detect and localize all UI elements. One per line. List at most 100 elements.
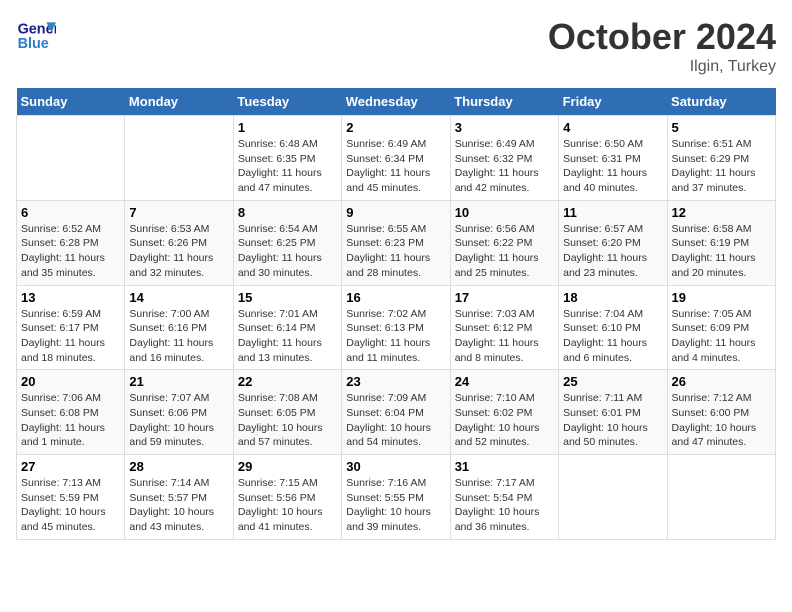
calendar-day-cell: 3 Sunrise: 6:49 AM Sunset: 6:32 PM Daylig… bbox=[450, 116, 558, 201]
day-info: Sunrise: 7:14 AM Sunset: 5:57 PM Dayligh… bbox=[129, 476, 228, 535]
day-info: Sunrise: 6:55 AM Sunset: 6:23 PM Dayligh… bbox=[346, 222, 445, 281]
calendar-day-cell: 31Sunrise: 7:17 AM Sunset: 5:54 PM Dayli… bbox=[450, 455, 558, 540]
month-title: October 2024 bbox=[548, 16, 776, 58]
calendar-day-cell: 5Sunrise: 6:51 AM Sunset: 6:29 PM Daylig… bbox=[667, 116, 775, 201]
day-number: 22 bbox=[238, 374, 337, 389]
calendar-day-cell: 22 Sunrise: 7:08 AM Sunset: 6:05 PM Dayli… bbox=[233, 370, 341, 455]
day-info: Sunrise: 6:49 AM Sunset: 6:34 PM Dayligh… bbox=[346, 137, 445, 196]
calendar-table: SundayMondayTuesdayWednesdayThursdayFrid… bbox=[16, 88, 776, 540]
calendar-day-cell: 25 Sunrise: 7:11 AM Sunset: 6:01 PM Dayli… bbox=[559, 370, 667, 455]
day-number: 1 bbox=[238, 120, 337, 135]
day-number: 11 bbox=[563, 205, 662, 220]
day-info: Sunrise: 6:58 AM Sunset: 6:19 PM Dayligh… bbox=[672, 222, 771, 281]
day-number: 30 bbox=[346, 459, 445, 474]
calendar-day-cell: 17 Sunrise: 7:03 AM Sunset: 6:12 PM Dayli… bbox=[450, 285, 558, 370]
calendar-day-cell: 1Sunrise: 6:48 AM Sunset: 6:35 PM Daylig… bbox=[233, 116, 341, 201]
calendar-header-row: SundayMondayTuesdayWednesdayThursdayFrid… bbox=[17, 88, 776, 116]
day-info: Sunrise: 6:51 AM Sunset: 6:29 PM Dayligh… bbox=[672, 137, 771, 196]
calendar-week-row: 20 Sunrise: 7:06 AM Sunset: 6:08 PM Dayli… bbox=[17, 370, 776, 455]
calendar-day-cell bbox=[667, 455, 775, 540]
day-info: Sunrise: 7:13 AM Sunset: 5:59 PM Dayligh… bbox=[21, 476, 120, 535]
day-number: 25 bbox=[563, 374, 662, 389]
calendar-day-cell: 8 Sunrise: 6:54 AM Sunset: 6:25 PM Daylig… bbox=[233, 200, 341, 285]
day-of-week-header: Monday bbox=[125, 88, 233, 116]
day-number: 31 bbox=[455, 459, 554, 474]
logo: General Blue bbox=[16, 16, 60, 56]
page-header: General Blue October 2024 Ilgin, Turkey bbox=[16, 16, 776, 76]
calendar-day-cell: 14 Sunrise: 7:00 AM Sunset: 6:16 PM Dayli… bbox=[125, 285, 233, 370]
day-info: Sunrise: 6:53 AM Sunset: 6:26 PM Dayligh… bbox=[129, 222, 228, 281]
day-number: 9 bbox=[346, 205, 445, 220]
calendar-day-cell: 29 Sunrise: 7:15 AM Sunset: 5:56 PM Dayli… bbox=[233, 455, 341, 540]
calendar-day-cell: 20 Sunrise: 7:06 AM Sunset: 6:08 PM Dayli… bbox=[17, 370, 125, 455]
calendar-week-row: 1Sunrise: 6:48 AM Sunset: 6:35 PM Daylig… bbox=[17, 116, 776, 201]
day-of-week-header: Tuesday bbox=[233, 88, 341, 116]
day-info: Sunrise: 7:04 AM Sunset: 6:10 PM Dayligh… bbox=[563, 307, 662, 366]
calendar-day-cell: 24 Sunrise: 7:10 AM Sunset: 6:02 PM Dayli… bbox=[450, 370, 558, 455]
day-info: Sunrise: 6:50 AM Sunset: 6:31 PM Dayligh… bbox=[563, 137, 662, 196]
day-number: 26 bbox=[672, 374, 771, 389]
day-info: Sunrise: 7:12 AM Sunset: 6:00 PM Dayligh… bbox=[672, 391, 771, 450]
calendar-day-cell: 12Sunrise: 6:58 AM Sunset: 6:19 PM Dayli… bbox=[667, 200, 775, 285]
logo-icon: General Blue bbox=[16, 16, 56, 56]
day-number: 10 bbox=[455, 205, 554, 220]
day-info: Sunrise: 6:54 AM Sunset: 6:25 PM Dayligh… bbox=[238, 222, 337, 281]
calendar-day-cell bbox=[559, 455, 667, 540]
day-info: Sunrise: 7:06 AM Sunset: 6:08 PM Dayligh… bbox=[21, 391, 120, 450]
day-number: 16 bbox=[346, 290, 445, 305]
day-number: 29 bbox=[238, 459, 337, 474]
calendar-day-cell: 11 Sunrise: 6:57 AM Sunset: 6:20 PM Dayli… bbox=[559, 200, 667, 285]
day-number: 18 bbox=[563, 290, 662, 305]
calendar-week-row: 6Sunrise: 6:52 AM Sunset: 6:28 PM Daylig… bbox=[17, 200, 776, 285]
calendar-body: 1Sunrise: 6:48 AM Sunset: 6:35 PM Daylig… bbox=[17, 116, 776, 540]
calendar-day-cell: 13Sunrise: 6:59 AM Sunset: 6:17 PM Dayli… bbox=[17, 285, 125, 370]
day-info: Sunrise: 7:05 AM Sunset: 6:09 PM Dayligh… bbox=[672, 307, 771, 366]
calendar-week-row: 27 Sunrise: 7:13 AM Sunset: 5:59 PM Dayli… bbox=[17, 455, 776, 540]
day-number: 17 bbox=[455, 290, 554, 305]
day-info: Sunrise: 7:11 AM Sunset: 6:01 PM Dayligh… bbox=[563, 391, 662, 450]
day-info: Sunrise: 7:01 AM Sunset: 6:14 PM Dayligh… bbox=[238, 307, 337, 366]
day-info: Sunrise: 6:49 AM Sunset: 6:32 PM Dayligh… bbox=[455, 137, 554, 196]
title-area: October 2024 Ilgin, Turkey bbox=[548, 16, 776, 76]
calendar-day-cell: 16Sunrise: 7:02 AM Sunset: 6:13 PM Dayli… bbox=[342, 285, 450, 370]
day-info: Sunrise: 7:03 AM Sunset: 6:12 PM Dayligh… bbox=[455, 307, 554, 366]
calendar-day-cell: 19 Sunrise: 7:05 AM Sunset: 6:09 PM Dayli… bbox=[667, 285, 775, 370]
day-number: 3 bbox=[455, 120, 554, 135]
calendar-day-cell: 21 Sunrise: 7:07 AM Sunset: 6:06 PM Dayli… bbox=[125, 370, 233, 455]
day-number: 8 bbox=[238, 205, 337, 220]
svg-text:Blue: Blue bbox=[18, 36, 49, 52]
day-number: 15 bbox=[238, 290, 337, 305]
day-of-week-header: Sunday bbox=[17, 88, 125, 116]
day-of-week-header: Saturday bbox=[667, 88, 775, 116]
day-number: 28 bbox=[129, 459, 228, 474]
day-number: 2 bbox=[346, 120, 445, 135]
day-info: Sunrise: 7:07 AM Sunset: 6:06 PM Dayligh… bbox=[129, 391, 228, 450]
calendar-day-cell: 10 Sunrise: 6:56 AM Sunset: 6:22 PM Dayli… bbox=[450, 200, 558, 285]
day-number: 27 bbox=[21, 459, 120, 474]
calendar-day-cell: 30Sunrise: 7:16 AM Sunset: 5:55 PM Dayli… bbox=[342, 455, 450, 540]
day-info: Sunrise: 7:10 AM Sunset: 6:02 PM Dayligh… bbox=[455, 391, 554, 450]
day-info: Sunrise: 6:56 AM Sunset: 6:22 PM Dayligh… bbox=[455, 222, 554, 281]
calendar-day-cell: 15 Sunrise: 7:01 AM Sunset: 6:14 PM Dayli… bbox=[233, 285, 341, 370]
location-title: Ilgin, Turkey bbox=[548, 58, 776, 76]
calendar-day-cell bbox=[125, 116, 233, 201]
day-number: 24 bbox=[455, 374, 554, 389]
day-number: 6 bbox=[21, 205, 120, 220]
calendar-day-cell: 7Sunrise: 6:53 AM Sunset: 6:26 PM Daylig… bbox=[125, 200, 233, 285]
day-info: Sunrise: 6:57 AM Sunset: 6:20 PM Dayligh… bbox=[563, 222, 662, 281]
calendar-day-cell: 28 Sunrise: 7:14 AM Sunset: 5:57 PM Dayli… bbox=[125, 455, 233, 540]
calendar-day-cell: 6Sunrise: 6:52 AM Sunset: 6:28 PM Daylig… bbox=[17, 200, 125, 285]
day-number: 19 bbox=[672, 290, 771, 305]
day-info: Sunrise: 7:15 AM Sunset: 5:56 PM Dayligh… bbox=[238, 476, 337, 535]
calendar-day-cell: 4Sunrise: 6:50 AM Sunset: 6:31 PM Daylig… bbox=[559, 116, 667, 201]
day-info: Sunrise: 7:08 AM Sunset: 6:05 PM Dayligh… bbox=[238, 391, 337, 450]
day-of-week-header: Thursday bbox=[450, 88, 558, 116]
calendar-day-cell: 23Sunrise: 7:09 AM Sunset: 6:04 PM Dayli… bbox=[342, 370, 450, 455]
day-number: 23 bbox=[346, 374, 445, 389]
calendar-day-cell: 18 Sunrise: 7:04 AM Sunset: 6:10 PM Dayli… bbox=[559, 285, 667, 370]
day-number: 21 bbox=[129, 374, 228, 389]
day-number: 14 bbox=[129, 290, 228, 305]
day-info: Sunrise: 7:00 AM Sunset: 6:16 PM Dayligh… bbox=[129, 307, 228, 366]
day-number: 20 bbox=[21, 374, 120, 389]
day-of-week-header: Friday bbox=[559, 88, 667, 116]
